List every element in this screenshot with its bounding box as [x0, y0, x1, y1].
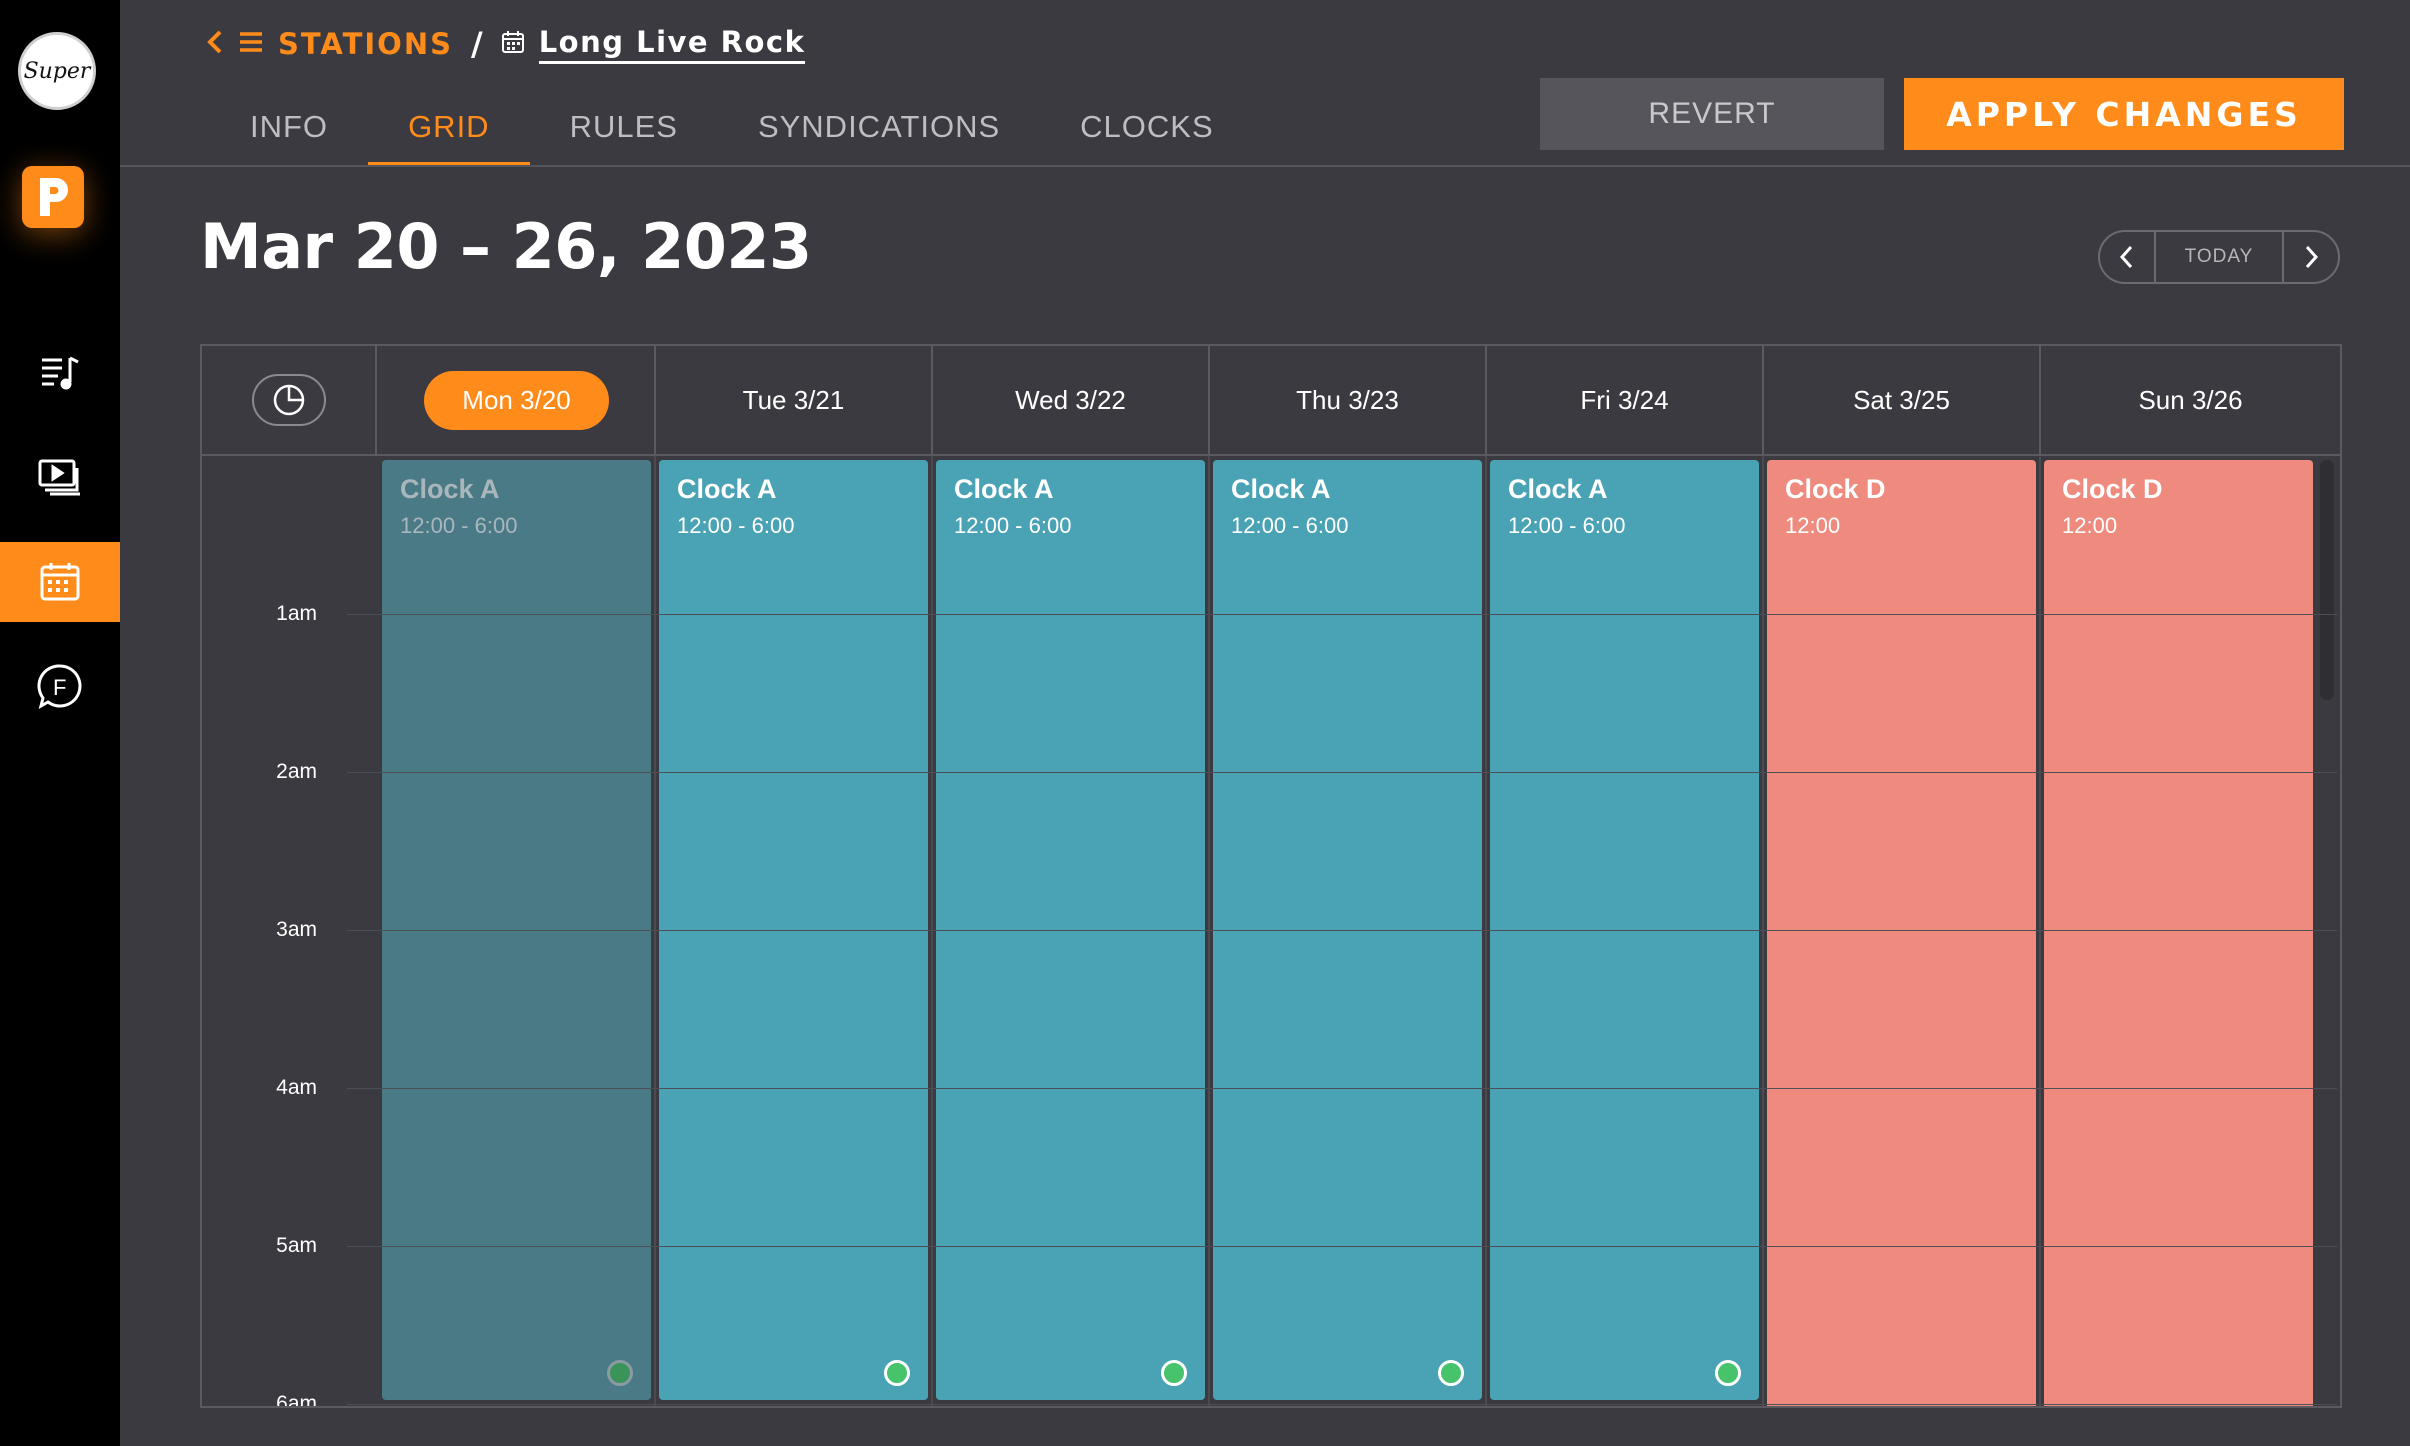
back-chevron-icon[interactable] — [206, 29, 224, 59]
week-range-title: Mar 20 – 26, 2023 — [200, 210, 812, 283]
hour-gridline — [347, 1246, 2337, 1247]
status-dot-icon — [884, 1360, 910, 1386]
breadcrumb-separator: / — [471, 25, 483, 63]
day-column-divider — [1762, 456, 1764, 1406]
pie-clock-icon — [273, 384, 304, 416]
hour-gridline — [347, 614, 2337, 615]
day-column-divider — [654, 456, 656, 1406]
day-header-1[interactable]: Tue 3/21 — [656, 346, 933, 454]
day-header-5[interactable]: Sat 3/25 — [1764, 346, 2041, 454]
hour-label: 1am — [276, 602, 317, 625]
hour-label: 2am — [276, 760, 317, 783]
playlist-music-icon[interactable] — [0, 332, 120, 412]
station-tabs: INFO GRID RULES SYNDICATIONS CLOCKS — [210, 88, 1254, 166]
hour-gridline — [347, 930, 2337, 931]
hour-gridline — [347, 772, 2337, 773]
clock-block-title: Clock A — [1508, 474, 1608, 504]
breadcrumb-stations-link[interactable]: STATIONS — [278, 27, 453, 61]
clock-block-time: 12:00 - 6:00 — [954, 513, 1072, 538]
breadcrumb: STATIONS / Long Live Rock — [206, 22, 806, 66]
day-column-divider — [1208, 456, 1210, 1406]
clock-block-title: Clock A — [954, 474, 1054, 504]
status-dot-icon — [1161, 1360, 1187, 1386]
day-header-0[interactable]: Mon 3/20 — [379, 346, 656, 454]
p-app-icon[interactable] — [22, 166, 84, 228]
tab-syndications[interactable]: SYNDICATIONS — [718, 88, 1040, 166]
day-header-label: Sun 3/26 — [2138, 384, 2243, 415]
header-divider — [120, 165, 2410, 167]
tab-clocks[interactable]: CLOCKS — [1040, 88, 1253, 166]
clock-block-title: Clock A — [400, 474, 500, 504]
status-dot-icon — [607, 1360, 633, 1386]
breadcrumb-station-name[interactable]: Long Live Rock — [538, 25, 806, 64]
chevron-left-icon — [2119, 245, 2133, 269]
menu-icon[interactable] — [238, 31, 264, 57]
day-header-2[interactable]: Wed 3/22 — [933, 346, 1210, 454]
schedule-grid: Mon 3/20 Tue 3/21 Wed 3/22 Thu 3/23 Fri 3/24… — [200, 344, 2342, 1408]
time-column: 1am 2am 3am 4am 5am 6am — [202, 456, 377, 1408]
apply-changes-button[interactable]: APPLY CHANGES — [1904, 78, 2344, 150]
calendar-icon[interactable] — [0, 542, 120, 622]
clock-block[interactable]: Clock D 12:00 — [2044, 460, 2313, 1406]
day-header-label: Tue 3/21 — [742, 384, 845, 415]
day-header-6[interactable]: Sun 3/26 — [2041, 346, 2340, 454]
clock-block-time: 12:00 - 6:00 — [1508, 513, 1626, 538]
grid-corner — [202, 346, 377, 454]
today-button[interactable]: TODAY — [2154, 232, 2284, 282]
hour-label: 5am — [276, 1234, 317, 1257]
clock-block-time: 12:00 — [1785, 513, 1841, 538]
media-library-icon[interactable] — [0, 438, 120, 518]
day-header-label: Fri 3/24 — [1580, 384, 1669, 415]
tab-grid[interactable]: GRID — [368, 88, 530, 166]
hour-gridline — [347, 1404, 2337, 1405]
day-column-divider — [931, 456, 933, 1406]
clock-block[interactable]: Clock D 12:00 — [1767, 460, 2036, 1406]
station-calendar-icon — [501, 30, 525, 58]
chevron-right-icon — [2305, 245, 2319, 269]
status-dot-icon — [1438, 1360, 1464, 1386]
next-week-button[interactable] — [2284, 232, 2338, 282]
super-logo[interactable]: Super — [18, 32, 96, 110]
clock-block-title: Clock D — [2062, 474, 2163, 504]
previous-week-button[interactable] — [2100, 232, 2154, 282]
sidebar: Super F — [0, 0, 120, 1446]
clock-block-title: Clock D — [1785, 474, 1886, 504]
day-header-label: Mon 3/20 — [424, 370, 609, 430]
clock-block-time: 12:00 - 6:00 — [400, 513, 518, 538]
clock-block-title: Clock A — [1231, 474, 1331, 504]
grid-header: Mon 3/20 Tue 3/21 Wed 3/22 Thu 3/23 Fri 3/24… — [202, 346, 2340, 456]
day-column-divider — [1485, 456, 1487, 1406]
day-header-label: Sat 3/25 — [1853, 384, 1950, 415]
day-header-3[interactable]: Thu 3/23 — [1210, 346, 1487, 454]
tab-info[interactable]: INFO — [210, 88, 368, 166]
day-header-label: Wed 3/22 — [1015, 384, 1126, 415]
clock-view-toggle[interactable] — [251, 374, 326, 426]
week-navigation: TODAY — [2098, 230, 2340, 284]
hour-label: 3am — [276, 918, 317, 941]
day-header-label: Thu 3/23 — [1296, 384, 1399, 415]
revert-button[interactable]: REVERT — [1540, 78, 1884, 150]
grid-scrollbar[interactable] — [2320, 460, 2334, 700]
hour-gridline — [347, 1088, 2337, 1089]
hour-label: 6am — [276, 1392, 317, 1408]
svg-text:F: F — [53, 675, 66, 700]
day-column-divider — [2039, 456, 2041, 1406]
clock-block-time: 12:00 - 6:00 — [677, 513, 795, 538]
clock-block-time: 12:00 — [2062, 513, 2118, 538]
clock-block-time: 12:00 - 6:00 — [1231, 513, 1349, 538]
hour-label: 4am — [276, 1076, 317, 1099]
day-header-4[interactable]: Fri 3/24 — [1487, 346, 1764, 454]
tab-rules[interactable]: RULES — [530, 88, 718, 166]
f-chat-icon[interactable]: F — [0, 646, 120, 726]
status-dot-icon — [1715, 1360, 1741, 1386]
clock-block-title: Clock A — [677, 474, 777, 504]
